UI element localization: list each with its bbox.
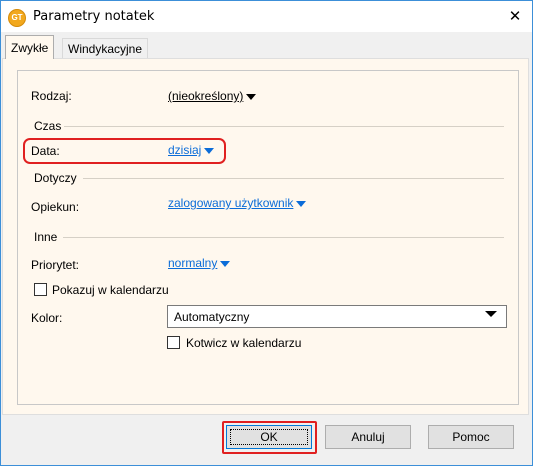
tab-strip: Zwykłe Windykacyjne bbox=[1, 34, 532, 60]
kotwicz-checkbox[interactable] bbox=[167, 336, 180, 349]
kolor-label: Kolor: bbox=[31, 311, 63, 325]
title-bar: GT Parametry notatek ✕ bbox=[1, 1, 532, 32]
data-value: dzisiaj bbox=[168, 143, 202, 157]
divider bbox=[63, 237, 504, 238]
priorytet-value: normalny bbox=[168, 256, 218, 270]
opiekun-dropdown[interactable]: zalogowany użytkownik bbox=[168, 196, 307, 210]
data-label: Data: bbox=[31, 144, 60, 158]
kotwicz-label[interactable]: Kotwicz w kalendarzu bbox=[186, 336, 301, 350]
close-icon[interactable]: ✕ bbox=[498, 1, 532, 32]
divider bbox=[83, 178, 504, 179]
priorytet-label: Priorytet: bbox=[31, 258, 80, 272]
section-czas: Czas bbox=[34, 119, 62, 133]
help-button-label: Pomoc bbox=[452, 430, 490, 444]
section-dotyczy: Dotyczy bbox=[34, 171, 77, 185]
ok-button[interactable]: OK bbox=[226, 425, 312, 449]
cancel-button-label: Anuluj bbox=[351, 430, 385, 444]
tab-zwykle[interactable]: Zwykłe bbox=[5, 35, 55, 59]
rodzaj-label: Rodzaj: bbox=[31, 89, 72, 103]
kolor-select[interactable]: Automatyczny bbox=[167, 305, 507, 328]
cancel-button[interactable]: Anuluj bbox=[325, 425, 411, 449]
caret-down-icon bbox=[204, 147, 215, 154]
rodzaj-value: (nieokreślony) bbox=[168, 89, 244, 103]
pokazuj-checkbox[interactable] bbox=[34, 283, 47, 296]
tab-windykacyjne[interactable]: Windykacyjne bbox=[62, 38, 149, 59]
opiekun-value: zalogowany użytkownik bbox=[168, 196, 294, 210]
caret-down-icon bbox=[296, 200, 307, 207]
priorytet-dropdown[interactable]: normalny bbox=[168, 256, 231, 270]
caret-down-icon bbox=[220, 260, 231, 267]
app-icon: GT bbox=[8, 9, 26, 27]
data-dropdown[interactable]: dzisiaj bbox=[168, 143, 215, 157]
section-inne: Inne bbox=[34, 230, 58, 244]
pokazuj-label[interactable]: Pokazuj w kalendarzu bbox=[52, 283, 169, 297]
ok-button-label: OK bbox=[260, 430, 278, 444]
window-title: Parametry notatek bbox=[33, 9, 155, 24]
kolor-value: Automatyczny bbox=[174, 310, 250, 324]
rodzaj-dropdown[interactable]: (nieokreślony) bbox=[168, 89, 257, 103]
caret-down-icon bbox=[246, 93, 257, 100]
help-button[interactable]: Pomoc bbox=[428, 425, 514, 449]
opiekun-label: Opiekun: bbox=[31, 200, 80, 214]
dropdown-arrow-icon[interactable] bbox=[485, 311, 497, 317]
dialog-window: GT Parametry notatek ✕ Zwykłe Windykacyj… bbox=[0, 0, 533, 466]
divider bbox=[64, 126, 504, 127]
